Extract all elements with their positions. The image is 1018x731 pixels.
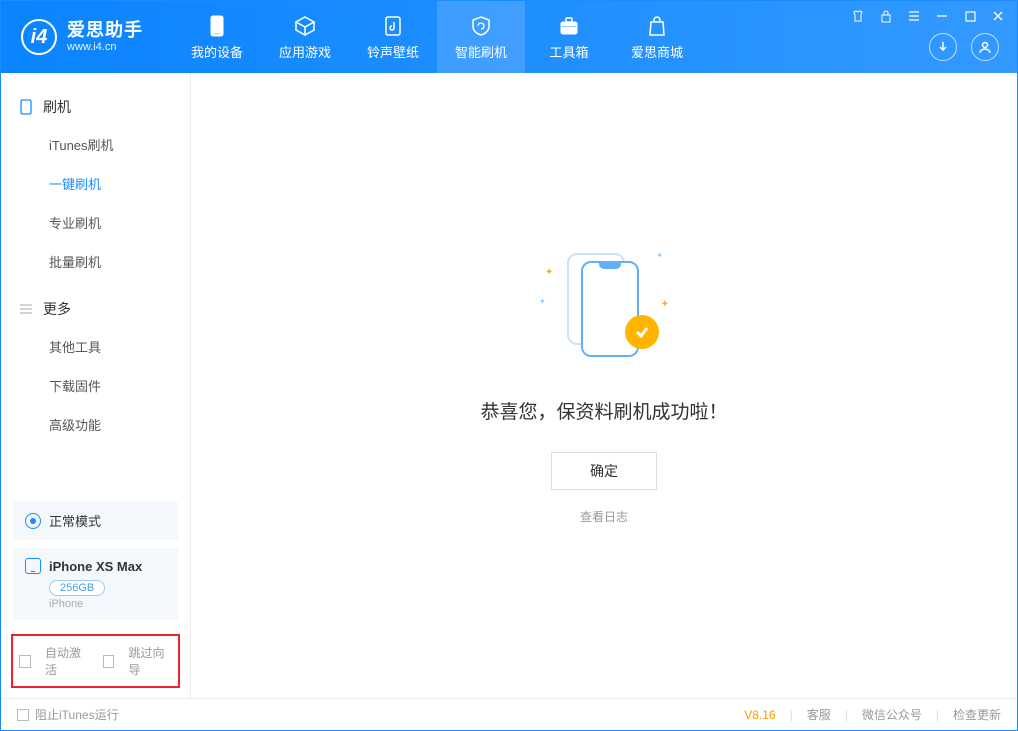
- shield-refresh-icon: [469, 14, 493, 38]
- version-label: V8.16: [744, 708, 775, 722]
- shirt-icon[interactable]: [851, 9, 865, 23]
- sidebar-item-onekey-flash[interactable]: 一键刷机: [1, 164, 190, 203]
- sparkle-icon: ✦: [539, 297, 546, 306]
- app-url: www.i4.cn: [67, 41, 143, 53]
- device-type: iPhone: [49, 598, 166, 610]
- nav-toolbox[interactable]: 工具箱: [525, 1, 613, 73]
- sidebar: 刷机 iTunes刷机 一键刷机 专业刷机 批量刷机 更多 其他工具 下载固件 …: [1, 73, 191, 698]
- nav-label: 铃声壁纸: [367, 42, 419, 61]
- sidebar-item-pro-flash[interactable]: 专业刷机: [1, 203, 190, 242]
- sidebar-item-firmware[interactable]: 下载固件: [1, 366, 190, 405]
- nav-flash[interactable]: 智能刷机: [437, 1, 525, 73]
- mode-dot-icon: [25, 513, 41, 529]
- app-window: i4 爱思助手 www.i4.cn 我的设备 应用游戏 铃声壁纸 智能刷机: [0, 0, 1018, 731]
- checkbox-block-itunes[interactable]: [17, 709, 29, 721]
- footer-link-update[interactable]: 检查更新: [953, 706, 1001, 723]
- cb-label-auto: 自动激活: [45, 644, 89, 678]
- device-box[interactable]: iPhone XS Max 256GB iPhone: [13, 548, 178, 620]
- sidebar-item-advanced[interactable]: 高级功能: [1, 405, 190, 444]
- device-icon: [205, 14, 229, 38]
- block-itunes-label: 阻止iTunes运行: [35, 706, 119, 723]
- sidebar-section-flash: 刷机: [1, 89, 190, 125]
- footer-link-wechat[interactable]: 微信公众号: [862, 706, 922, 723]
- ok-button[interactable]: 确定: [551, 452, 657, 490]
- top-nav: 我的设备 应用游戏 铃声壁纸 智能刷机 工具箱 爱思商城: [173, 1, 701, 73]
- sparkle-icon: ✦: [661, 299, 669, 310]
- phone-outline-icon: [25, 558, 41, 574]
- download-button[interactable]: [929, 33, 957, 61]
- music-file-icon: [381, 14, 405, 38]
- phone-small-icon: [19, 100, 33, 114]
- sidebar-item-other-tools[interactable]: 其他工具: [1, 327, 190, 366]
- cb-label-skip: 跳过向导: [128, 644, 172, 678]
- lock-icon[interactable]: [879, 9, 893, 23]
- section-title: 刷机: [43, 97, 71, 117]
- bag-icon: [645, 14, 669, 38]
- cube-icon: [293, 14, 317, 38]
- main-content: ✦ ✦ ✦ ✦ 恭喜您，保资料刷机成功啦！ 确定 查看日志: [191, 73, 1017, 698]
- nav-label: 应用游戏: [279, 42, 331, 61]
- nav-ringtone[interactable]: 铃声壁纸: [349, 1, 437, 73]
- sidebar-item-batch-flash[interactable]: 批量刷机: [1, 242, 190, 281]
- success-illustration: ✦ ✦ ✦ ✦: [539, 247, 669, 367]
- nav-label: 智能刷机: [455, 42, 507, 61]
- user-button[interactable]: [971, 33, 999, 61]
- check-badge-icon: [625, 315, 659, 349]
- nav-label: 工具箱: [549, 42, 588, 61]
- section-title: 更多: [43, 299, 71, 319]
- nav-my-device[interactable]: 我的设备: [173, 1, 261, 73]
- view-log-link[interactable]: 查看日志: [580, 508, 628, 525]
- nav-app-game[interactable]: 应用游戏: [261, 1, 349, 73]
- maximize-icon[interactable]: [963, 9, 977, 23]
- footer-link-kefu[interactable]: 客服: [807, 706, 831, 723]
- close-icon[interactable]: [991, 9, 1005, 23]
- nav-label: 爱思商城: [631, 42, 683, 61]
- mode-label: 正常模式: [49, 511, 101, 530]
- logo-block[interactable]: i4 爱思助手 www.i4.cn: [1, 19, 163, 55]
- mode-box[interactable]: 正常模式: [13, 501, 178, 540]
- sidebar-item-itunes-flash[interactable]: iTunes刷机: [1, 125, 190, 164]
- checkbox-skip-guide[interactable]: [103, 655, 115, 668]
- checkbox-auto-activate[interactable]: [19, 655, 31, 668]
- sparkle-icon: ✦: [545, 267, 553, 278]
- highlighted-checkbox-row: 自动激活 跳过向导: [11, 634, 180, 688]
- nav-store[interactable]: 爱思商城: [613, 1, 701, 73]
- minimize-icon[interactable]: [935, 9, 949, 23]
- nav-label: 我的设备: [191, 42, 243, 61]
- sidebar-section-more: 更多: [1, 291, 190, 327]
- logo-icon: i4: [21, 19, 57, 55]
- list-icon: [19, 302, 33, 316]
- titlebar: i4 爱思助手 www.i4.cn 我的设备 应用游戏 铃声壁纸 智能刷机: [1, 1, 1017, 73]
- device-name: iPhone XS Max: [49, 559, 142, 574]
- storage-badge: 256GB: [49, 580, 105, 596]
- footer: 阻止iTunes运行 V8.16 | 客服 | 微信公众号 | 检查更新: [1, 698, 1017, 730]
- toolbox-icon: [557, 14, 581, 38]
- sparkle-icon: ✦: [656, 251, 663, 260]
- success-message: 恭喜您，保资料刷机成功啦！: [480, 397, 727, 424]
- app-name: 爱思助手: [67, 21, 143, 41]
- menu-icon[interactable]: [907, 9, 921, 23]
